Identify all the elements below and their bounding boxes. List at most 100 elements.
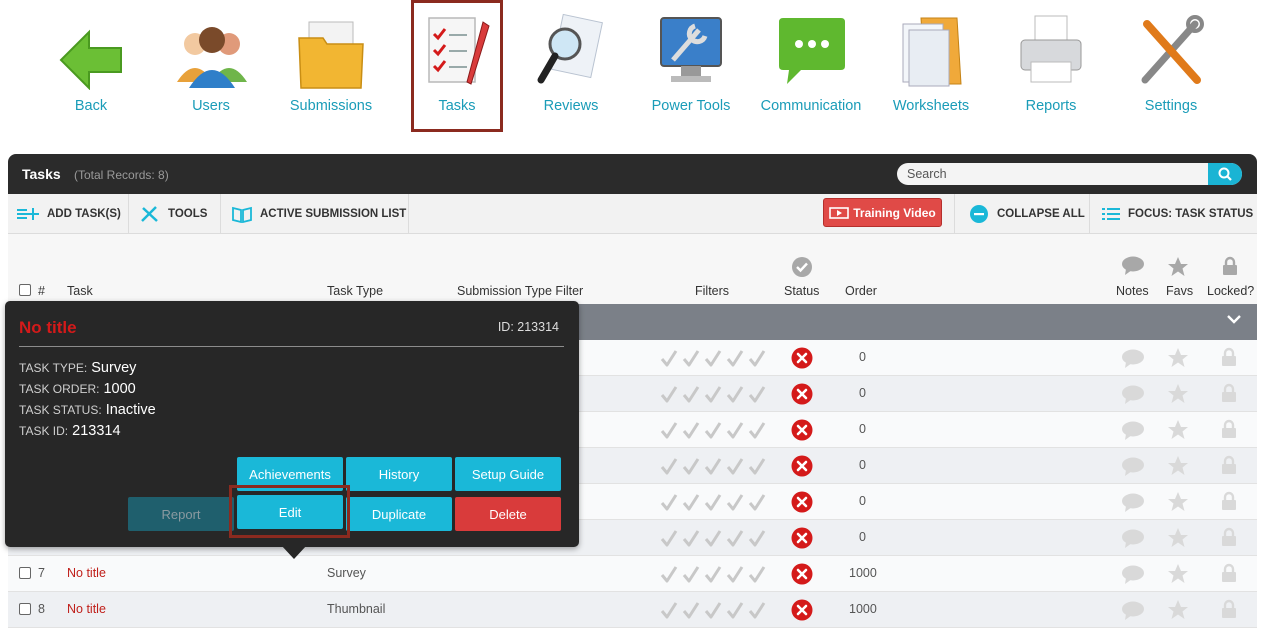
- status-inactive-icon[interactable]: [791, 383, 813, 405]
- task-id-value: 213314: [72, 423, 121, 439]
- search-input[interactable]: [897, 163, 1207, 185]
- filter-check-icon: [682, 528, 700, 548]
- lock-icon[interactable]: [1221, 347, 1237, 372]
- status-inactive-icon[interactable]: [791, 599, 813, 621]
- nav-worksheets[interactable]: Worksheets: [871, 0, 991, 130]
- filter-check-icon: [748, 492, 766, 512]
- nav-power-tools[interactable]: Power Tools: [631, 0, 751, 130]
- favorite-star-icon[interactable]: [1167, 419, 1189, 446]
- notes-icon[interactable]: [1121, 385, 1145, 410]
- lock-icon[interactable]: [1221, 527, 1237, 552]
- popover-divider: [19, 346, 564, 347]
- lock-icon[interactable]: [1221, 563, 1237, 588]
- filter-check-icon: [660, 564, 678, 584]
- report-button[interactable]: Report: [128, 497, 234, 531]
- row-checkbox[interactable]: [19, 603, 31, 615]
- lock-icon[interactable]: [1221, 491, 1237, 516]
- col-order[interactable]: Order: [845, 284, 877, 298]
- setup-guide-button[interactable]: Setup Guide: [455, 457, 561, 491]
- minus-circle-icon: [970, 205, 988, 223]
- nav-reports[interactable]: Reports: [991, 0, 1111, 130]
- nav-settings[interactable]: Settings: [1111, 0, 1231, 130]
- delete-button[interactable]: Delete: [455, 497, 561, 531]
- filter-check-icon: [704, 420, 722, 440]
- favorite-star-icon[interactable]: [1167, 563, 1189, 590]
- list-icon: [1102, 208, 1120, 220]
- popover-task-type: TASK TYPE: Survey: [19, 360, 136, 376]
- active-submission-list-button[interactable]: ACTIVE SUBMISSION LIST: [221, 194, 409, 234]
- monitor-wrench-icon: [660, 17, 722, 82]
- notes-icon[interactable]: [1121, 601, 1145, 626]
- table-row[interactable]: 7 No title Survey 1000: [8, 556, 1257, 592]
- filter-check-icon: [660, 456, 678, 476]
- popover-arrow: [281, 545, 307, 559]
- table-header: # Task Task Type Submission Type Filter …: [8, 234, 1257, 304]
- col-task-type[interactable]: Task Type: [327, 284, 383, 298]
- nav-tasks[interactable]: Tasks: [411, 0, 503, 132]
- favorite-star-icon[interactable]: [1167, 347, 1189, 374]
- favorite-star-icon[interactable]: [1167, 455, 1189, 482]
- filter-check-icon: [748, 600, 766, 620]
- tools-small-icon: [141, 206, 158, 222]
- row-task-title[interactable]: No title: [67, 602, 106, 616]
- nav-submissions[interactable]: Submissions: [271, 0, 391, 130]
- table-row[interactable]: 8 No title Thumbnail 1000: [8, 592, 1257, 628]
- notes-icon[interactable]: [1121, 421, 1145, 446]
- nav-users[interactable]: Users: [151, 0, 271, 130]
- status-inactive-icon[interactable]: [791, 527, 813, 549]
- row-filters: [660, 492, 766, 512]
- nav-submissions-label: Submissions: [289, 98, 373, 114]
- col-num: #: [38, 284, 45, 298]
- collapse-all-button[interactable]: COLLAPSE ALL: [954, 194, 1090, 234]
- select-all-checkbox[interactable]: [19, 284, 31, 296]
- filter-check-icon: [748, 456, 766, 476]
- col-submission-type-filter[interactable]: Submission Type Filter: [457, 284, 583, 298]
- training-video-button[interactable]: Training Video: [823, 198, 942, 227]
- notes-icon[interactable]: [1121, 349, 1145, 374]
- row-task-title[interactable]: No title: [67, 566, 106, 580]
- search-button[interactable]: [1208, 163, 1242, 185]
- task-id-label: TASK ID:: [19, 424, 69, 438]
- task-type-value: Survey: [91, 360, 137, 376]
- tools-button[interactable]: TOOLS: [129, 194, 221, 234]
- col-status[interactable]: Status: [784, 284, 819, 298]
- row-order: 0: [859, 422, 866, 436]
- col-locked: Locked?: [1207, 284, 1255, 298]
- total-records: (Total Records: 8): [74, 168, 169, 182]
- nav-back[interactable]: Back: [31, 0, 151, 130]
- status-inactive-icon[interactable]: [791, 491, 813, 513]
- lock-icon[interactable]: [1221, 383, 1237, 408]
- nav-tasks-label: Tasks: [438, 98, 476, 114]
- favorite-star-icon[interactable]: [1167, 599, 1189, 626]
- focus-task-status-button[interactable]: FOCUS: TASK STATUS: [1090, 194, 1257, 234]
- status-inactive-icon[interactable]: [791, 563, 813, 585]
- popover-task-status: TASK STATUS: Inactive: [19, 402, 156, 418]
- col-favs: Favs: [1166, 284, 1194, 298]
- nav-communication[interactable]: Communication: [751, 0, 871, 130]
- add-tasks-button[interactable]: ADD TASK(S): [8, 194, 129, 234]
- nav-reviews[interactable]: Reviews: [511, 0, 631, 130]
- lock-icon[interactable]: [1221, 419, 1237, 444]
- status-inactive-icon[interactable]: [791, 455, 813, 477]
- status-inactive-icon[interactable]: [791, 419, 813, 441]
- status-inactive-icon[interactable]: [791, 347, 813, 369]
- duplicate-button[interactable]: Duplicate: [346, 497, 452, 531]
- notes-icon[interactable]: [1121, 565, 1145, 590]
- history-button[interactable]: History: [346, 457, 452, 491]
- filter-check-icon: [704, 348, 722, 368]
- filter-check-icon: [704, 600, 722, 620]
- favorite-star-icon[interactable]: [1167, 491, 1189, 518]
- row-checkbox[interactable]: [19, 567, 31, 579]
- filter-check-icon: [748, 384, 766, 404]
- nav-reviews-label: Reviews: [543, 98, 599, 114]
- notes-icon[interactable]: [1121, 529, 1145, 554]
- chevron-down-icon[interactable]: [1227, 314, 1241, 324]
- lock-icon[interactable]: [1221, 599, 1237, 624]
- favorite-star-icon[interactable]: [1167, 383, 1189, 410]
- notes-icon[interactable]: [1121, 457, 1145, 482]
- favorite-star-icon[interactable]: [1167, 527, 1189, 554]
- notes-icon[interactable]: [1121, 493, 1145, 518]
- back-arrow-icon: [59, 29, 122, 90]
- lock-icon[interactable]: [1221, 455, 1237, 480]
- col-task[interactable]: Task: [67, 284, 93, 298]
